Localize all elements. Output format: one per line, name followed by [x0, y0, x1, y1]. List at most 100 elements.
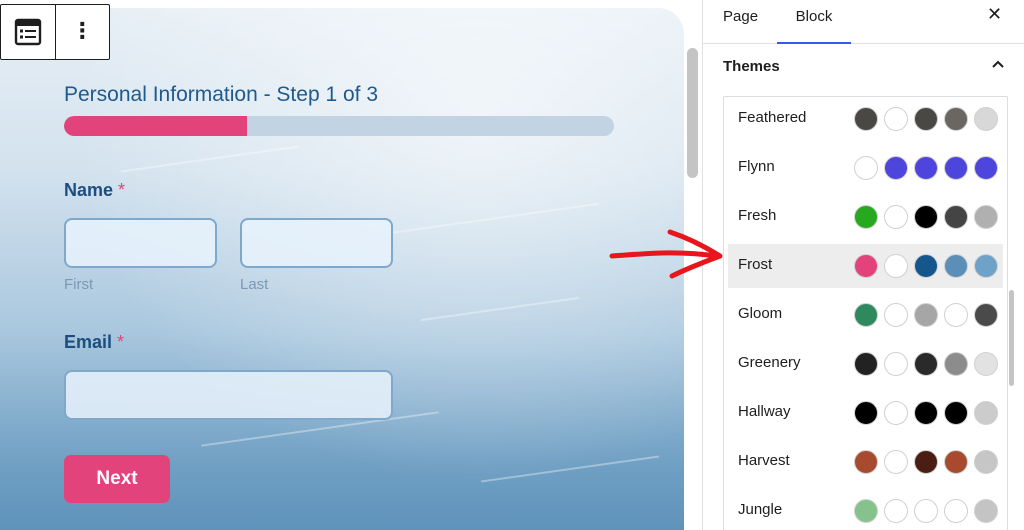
- email-label-text: Email: [64, 332, 113, 352]
- theme-color-swatch: [854, 499, 878, 523]
- close-icon[interactable]: ✕: [987, 4, 1002, 25]
- theme-color-swatch: [854, 156, 878, 180]
- theme-color-swatch: [944, 401, 968, 425]
- theme-option-frost[interactable]: Frost: [728, 244, 1003, 288]
- sidebar-tabs: Page Block ✕: [703, 0, 1024, 44]
- theme-color-swatch: [974, 499, 998, 523]
- theme-color-swatch: [914, 352, 938, 376]
- theme-color-swatch: [884, 205, 908, 229]
- more-options-button[interactable]: ⋮: [55, 5, 109, 59]
- theme-list: Feathered Flynn Fresh Frost Gloom Greenery Hal…: [723, 96, 1008, 530]
- theme-color-swatch: [854, 450, 878, 474]
- editor-scrollbar-thumb[interactable]: [687, 48, 698, 178]
- required-asterisk: *: [118, 180, 126, 200]
- theme-color-swatch: [914, 107, 938, 131]
- theme-color-swatch: [884, 401, 908, 425]
- theme-name: Frost: [738, 256, 773, 273]
- theme-color-swatch: [884, 254, 908, 278]
- theme-color-swatch: [884, 352, 908, 376]
- required-asterisk: *: [117, 332, 125, 352]
- frost-texture: [480, 455, 660, 483]
- form-block-button[interactable]: [1, 5, 55, 59]
- theme-list-scrollbar[interactable]: [1009, 290, 1014, 386]
- theme-color-swatch: [884, 107, 908, 131]
- theme-color-swatch: [854, 254, 878, 278]
- step-title: Personal Information - Step 1 of 3: [64, 83, 379, 106]
- theme-color-swatch: [914, 450, 938, 474]
- theme-color-swatch: [974, 107, 998, 131]
- theme-color-swatch: [944, 499, 968, 523]
- theme-color-swatch: [884, 499, 908, 523]
- themes-title: Themes: [723, 58, 780, 75]
- last-name-input[interactable]: [240, 218, 393, 268]
- theme-name: Flynn: [738, 158, 775, 175]
- editor-canvas: ⋮ Personal Information - Step 1 of 3 Nam…: [0, 0, 684, 530]
- frost-texture: [120, 145, 300, 173]
- editor-screen: ⋮ Personal Information - Step 1 of 3 Nam…: [0, 0, 1024, 530]
- theme-name: Harvest: [738, 452, 790, 469]
- first-sublabel: First: [64, 276, 94, 293]
- theme-color-swatch: [854, 303, 878, 327]
- theme-name: Greenery: [738, 354, 801, 371]
- block-toolbar: ⋮: [0, 4, 110, 60]
- theme-color-swatch: [944, 205, 968, 229]
- theme-color-swatch: [914, 156, 938, 180]
- theme-color-swatch: [974, 303, 998, 327]
- chevron-up-icon: [992, 60, 1004, 68]
- theme-color-swatch: [974, 401, 998, 425]
- theme-color-swatch: [914, 303, 938, 327]
- theme-color-swatch: [854, 401, 878, 425]
- theme-color-swatch: [884, 303, 908, 327]
- next-button[interactable]: Next: [64, 455, 170, 503]
- theme-color-swatch: [974, 205, 998, 229]
- theme-color-swatch: [884, 156, 908, 180]
- theme-option-fresh[interactable]: Fresh: [728, 195, 1003, 239]
- theme-color-swatch: [944, 352, 968, 376]
- settings-sidebar: Page Block ✕ Themes Feathered Flynn Fresh F…: [702, 0, 1024, 530]
- name-label-text: Name: [64, 180, 114, 200]
- theme-option-harvest[interactable]: Harvest: [728, 440, 1003, 484]
- progress-fill: [64, 116, 248, 136]
- frost-texture: [420, 296, 580, 322]
- more-options-icon: ⋮: [71, 19, 94, 44]
- themes-panel-header[interactable]: Themes: [703, 44, 1024, 90]
- frost-texture: [380, 202, 600, 236]
- email-label: Email *: [64, 332, 124, 353]
- theme-option-flynn[interactable]: Flynn: [728, 146, 1003, 190]
- theme-color-swatch: [974, 352, 998, 376]
- theme-color-swatch: [914, 401, 938, 425]
- theme-option-gloom[interactable]: Gloom: [728, 293, 1003, 337]
- theme-color-swatch: [944, 450, 968, 474]
- theme-color-swatch: [854, 352, 878, 376]
- last-sublabel: Last: [240, 276, 269, 293]
- theme-color-swatch: [944, 107, 968, 131]
- theme-color-swatch: [914, 499, 938, 523]
- theme-color-swatch: [854, 107, 878, 131]
- tab-page[interactable]: Page: [723, 0, 763, 44]
- theme-color-swatch: [884, 450, 908, 474]
- email-input[interactable]: [64, 370, 393, 420]
- first-name-input[interactable]: [64, 218, 217, 268]
- theme-name: Gloom: [738, 305, 783, 322]
- progress-bar: [64, 116, 614, 136]
- theme-color-swatch: [974, 450, 998, 474]
- theme-option-greenery[interactable]: Greenery: [728, 342, 1003, 386]
- theme-name: Jungle: [738, 501, 783, 518]
- theme-color-swatch: [944, 303, 968, 327]
- theme-color-swatch: [914, 254, 938, 278]
- theme-name: Fresh: [738, 207, 777, 224]
- name-label: Name *: [64, 180, 125, 201]
- theme-name: Feathered: [738, 109, 807, 126]
- theme-name: Hallway: [738, 403, 791, 420]
- theme-color-swatch: [974, 156, 998, 180]
- theme-option-hallway[interactable]: Hallway: [728, 391, 1003, 435]
- arrow-icon: [609, 229, 723, 279]
- theme-option-feathered[interactable]: Feathered: [728, 97, 1003, 141]
- theme-color-swatch: [944, 156, 968, 180]
- theme-option-jungle[interactable]: Jungle: [728, 489, 1003, 530]
- theme-color-swatch: [914, 205, 938, 229]
- tab-block[interactable]: Block: [777, 0, 851, 44]
- theme-color-swatch: [974, 254, 998, 278]
- theme-color-swatch: [854, 205, 878, 229]
- theme-color-swatch: [944, 254, 968, 278]
